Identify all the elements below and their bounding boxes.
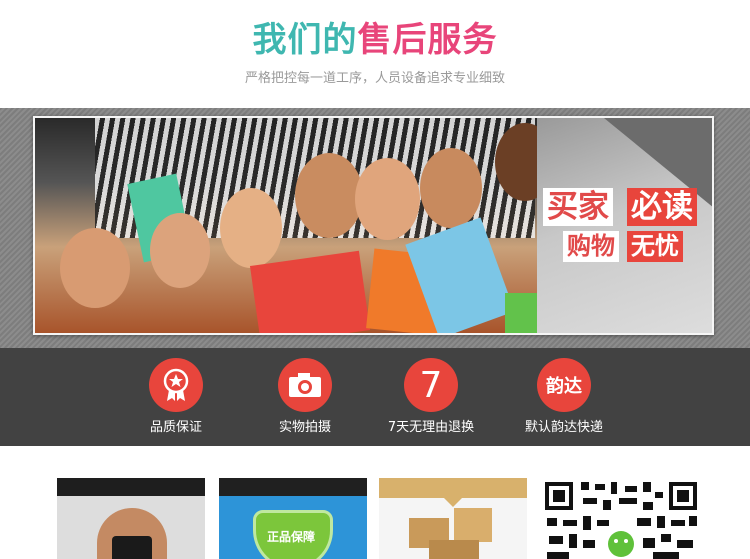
tag-worry-free: 无忧 bbox=[627, 231, 683, 262]
feature-label: 7天无理由退换 bbox=[387, 420, 475, 435]
box-icon bbox=[429, 540, 479, 559]
seven-icon-text: 7 bbox=[419, 364, 443, 406]
shopping-bag-red bbox=[249, 250, 371, 333]
feature-label: 默认韵达快递 bbox=[524, 420, 603, 435]
tag-buyer: 买家 bbox=[543, 188, 613, 226]
page-subtitle: 严格把控每一道工序，人员设备追求专业细致 bbox=[244, 71, 505, 86]
feature-7day-return: 7 7天无理由退换 bbox=[361, 358, 501, 437]
features-strip: 品质保证 实物拍摄 7 7天无理由退换 韵达 默认韵达快递 bbox=[0, 348, 750, 446]
page-title: 我们的售后服务 bbox=[0, 16, 750, 64]
speech-pointer bbox=[444, 498, 462, 507]
person-face bbox=[420, 148, 482, 228]
person-face bbox=[60, 228, 130, 308]
feature-label: 品质保证 bbox=[149, 420, 202, 435]
person-face bbox=[355, 158, 420, 240]
tag-shopping: 购物 bbox=[563, 231, 619, 262]
group-photo bbox=[35, 118, 555, 333]
person-face bbox=[220, 188, 282, 268]
box-icon bbox=[454, 508, 492, 542]
yunda-icon-text: 韵达 bbox=[546, 376, 582, 397]
feature-quality: 品质保证 bbox=[106, 358, 246, 437]
person-face bbox=[150, 213, 210, 288]
section-header: 我们的售后服务 严格把控每一道工序，人员设备追求专业细致 bbox=[0, 0, 750, 108]
packages-thumbnail bbox=[379, 478, 527, 559]
authentic-badge-label: 正品保障 bbox=[266, 530, 315, 544]
yunda-icon: 韵达 bbox=[537, 358, 591, 412]
promo-panel: 买家 必读 购物 无忧 bbox=[537, 118, 712, 333]
authentic-badge-thumbnail: 正品保障 bbox=[219, 478, 367, 559]
title-part-1: 我们的 bbox=[252, 20, 358, 60]
medal-icon bbox=[149, 358, 203, 412]
photographer-thumbnail bbox=[57, 478, 205, 559]
camera-lens bbox=[112, 536, 152, 559]
feature-real-photo: 实物拍摄 bbox=[235, 358, 375, 437]
feature-label: 实物拍摄 bbox=[278, 420, 331, 435]
seven-icon: 7 bbox=[404, 358, 458, 412]
camera-icon bbox=[278, 358, 332, 412]
qr-code-icon bbox=[545, 482, 697, 559]
person-face bbox=[295, 153, 363, 238]
qr-code-thumbnail bbox=[543, 478, 700, 559]
feature-yunda-express: 韵达 默认韵达快递 bbox=[494, 358, 634, 437]
title-part-2: 售后服务 bbox=[357, 20, 498, 60]
banner-image: 买家 必读 购物 无忧 bbox=[33, 116, 714, 335]
tag-must-read: 必读 bbox=[627, 188, 697, 226]
shopping-bag-green bbox=[505, 293, 540, 333]
